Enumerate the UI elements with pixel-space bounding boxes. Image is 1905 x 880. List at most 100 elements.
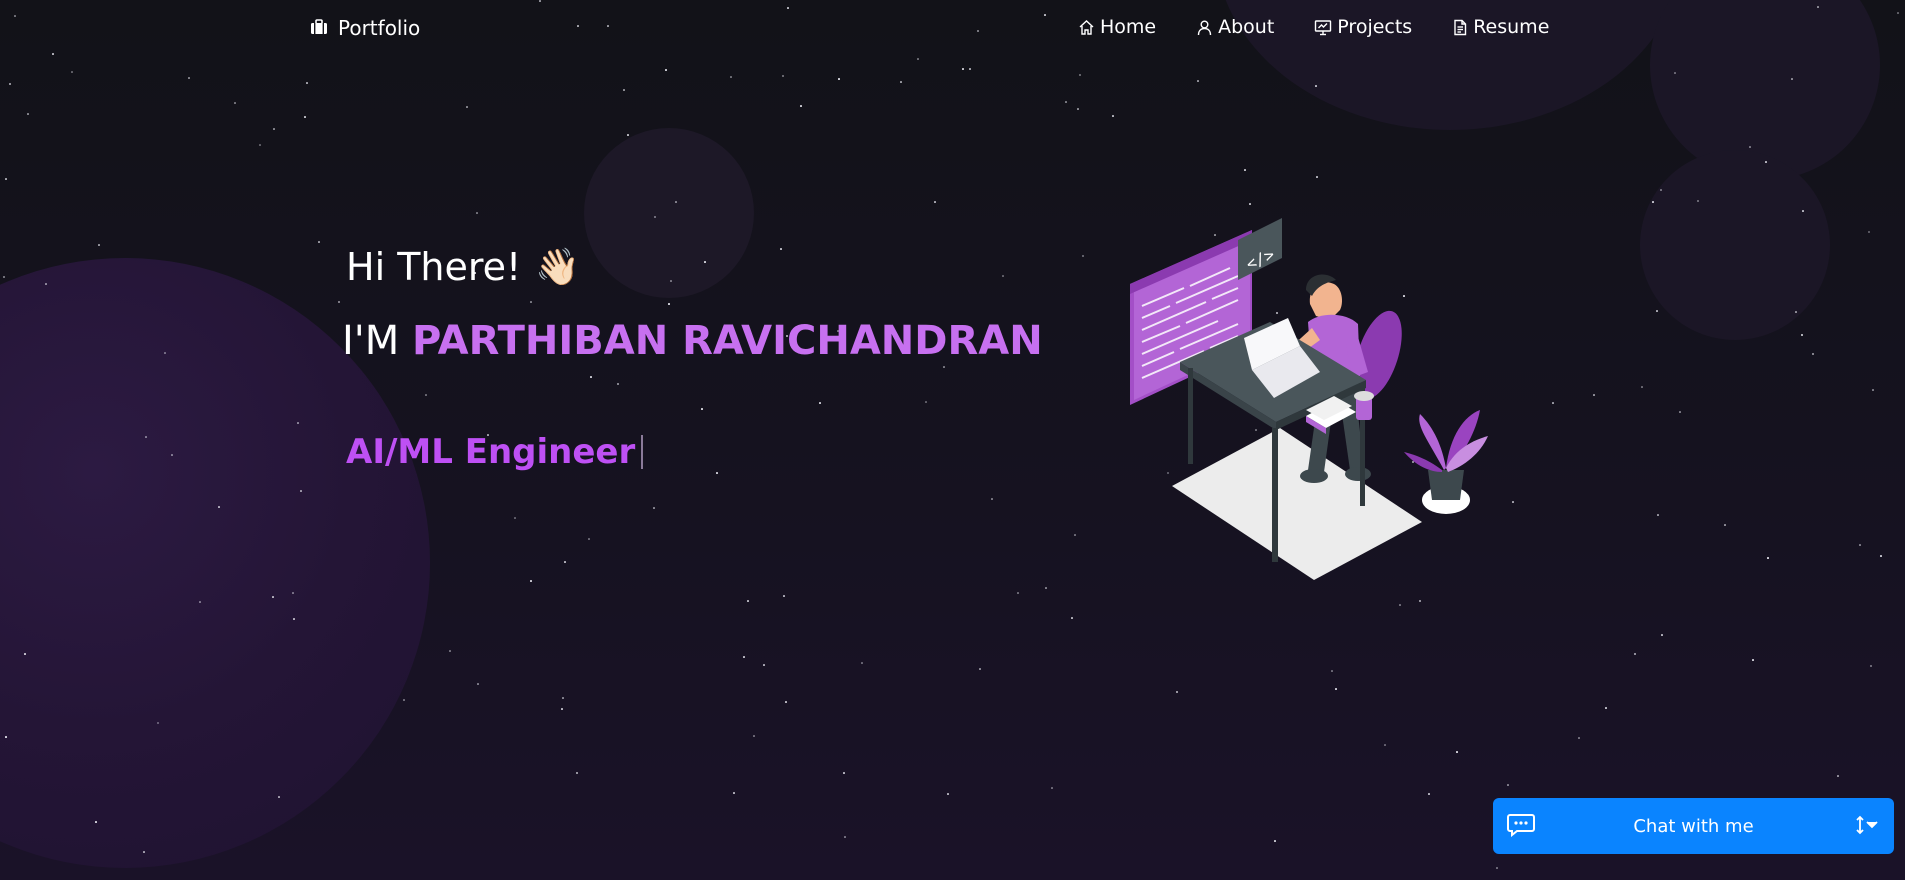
star xyxy=(293,618,295,620)
star xyxy=(704,261,706,263)
star xyxy=(1674,72,1676,74)
star xyxy=(259,144,261,146)
star xyxy=(969,68,971,70)
expand-collapse-icon[interactable] xyxy=(1854,815,1880,839)
star xyxy=(164,352,166,354)
star xyxy=(476,212,478,214)
star xyxy=(24,653,26,655)
star xyxy=(1419,600,1422,603)
star xyxy=(1812,353,1815,356)
nav-home[interactable]: Home xyxy=(1078,16,1156,38)
star xyxy=(145,436,147,438)
document-icon xyxy=(1452,19,1468,36)
role-text: AI/ML Engineer xyxy=(346,432,636,472)
chat-widget[interactable]: Chat with me xyxy=(1493,798,1894,854)
star xyxy=(1074,534,1076,536)
star xyxy=(1652,201,1654,203)
star xyxy=(665,69,667,71)
star xyxy=(838,78,840,80)
chat-bubble-icon xyxy=(1507,813,1535,841)
star xyxy=(782,75,785,78)
user-icon xyxy=(1196,19,1213,36)
star xyxy=(1859,544,1861,546)
background-blob xyxy=(584,128,754,298)
star xyxy=(234,102,236,104)
star xyxy=(861,662,863,664)
star xyxy=(668,303,670,305)
star xyxy=(991,498,993,500)
star xyxy=(747,600,749,602)
star xyxy=(900,81,902,83)
star xyxy=(1802,210,1804,212)
star xyxy=(1880,555,1882,557)
star xyxy=(1002,275,1004,277)
star xyxy=(1335,688,1337,690)
star xyxy=(297,422,299,424)
star xyxy=(925,401,927,403)
star xyxy=(934,201,936,203)
star xyxy=(3,276,6,279)
star xyxy=(27,113,29,115)
home-icon xyxy=(1078,19,1095,36)
star xyxy=(1752,659,1754,661)
star xyxy=(278,796,280,798)
star xyxy=(272,596,274,598)
star xyxy=(9,83,12,86)
star xyxy=(943,366,945,368)
star xyxy=(1656,310,1658,312)
star xyxy=(1176,691,1179,694)
star xyxy=(1795,311,1797,313)
star xyxy=(588,538,590,540)
star xyxy=(783,595,785,597)
star xyxy=(530,580,532,582)
chat-label: Chat with me xyxy=(1633,815,1754,837)
star xyxy=(733,792,735,794)
star xyxy=(590,376,592,378)
star xyxy=(71,71,73,73)
developer-illustration: </> xyxy=(1130,218,1488,580)
star xyxy=(273,128,275,130)
star xyxy=(979,668,981,670)
star xyxy=(1634,653,1637,656)
star xyxy=(675,201,677,203)
plant xyxy=(1404,410,1488,514)
star xyxy=(1071,617,1073,619)
star xyxy=(1593,394,1595,396)
star xyxy=(564,561,566,563)
star xyxy=(730,76,732,78)
star xyxy=(1197,80,1199,82)
floor-shadow xyxy=(1172,428,1422,580)
brand-link[interactable]: Portfolio xyxy=(310,16,420,40)
star xyxy=(1801,334,1804,337)
star xyxy=(653,507,655,509)
star xyxy=(1315,85,1317,87)
star xyxy=(1578,737,1580,739)
hero-greeting: Hi There! 👋🏻 xyxy=(346,245,580,289)
star xyxy=(5,178,7,180)
nav-resume[interactable]: Resume xyxy=(1452,16,1549,38)
star xyxy=(1331,670,1333,672)
typewriter-cursor xyxy=(641,435,644,469)
star xyxy=(780,248,782,250)
star xyxy=(843,772,845,774)
hero-name: PARTHIBAN RAVICHANDRAN xyxy=(412,318,1043,364)
star xyxy=(670,280,672,282)
star xyxy=(95,821,97,823)
star xyxy=(1791,78,1793,80)
star xyxy=(292,592,294,594)
nav-home-label: Home xyxy=(1100,16,1157,38)
star xyxy=(1051,787,1053,789)
im-prefix: I'M xyxy=(342,318,400,364)
nav-about-label: About xyxy=(1218,16,1275,38)
star xyxy=(800,105,802,107)
star xyxy=(701,408,703,410)
star xyxy=(562,697,564,699)
star xyxy=(300,490,302,492)
star xyxy=(763,664,765,666)
star xyxy=(1641,386,1643,388)
star xyxy=(576,772,579,775)
nav-about[interactable]: About xyxy=(1196,16,1274,38)
star xyxy=(530,301,532,303)
nav-projects[interactable]: Projects xyxy=(1314,16,1412,38)
star xyxy=(218,506,220,508)
